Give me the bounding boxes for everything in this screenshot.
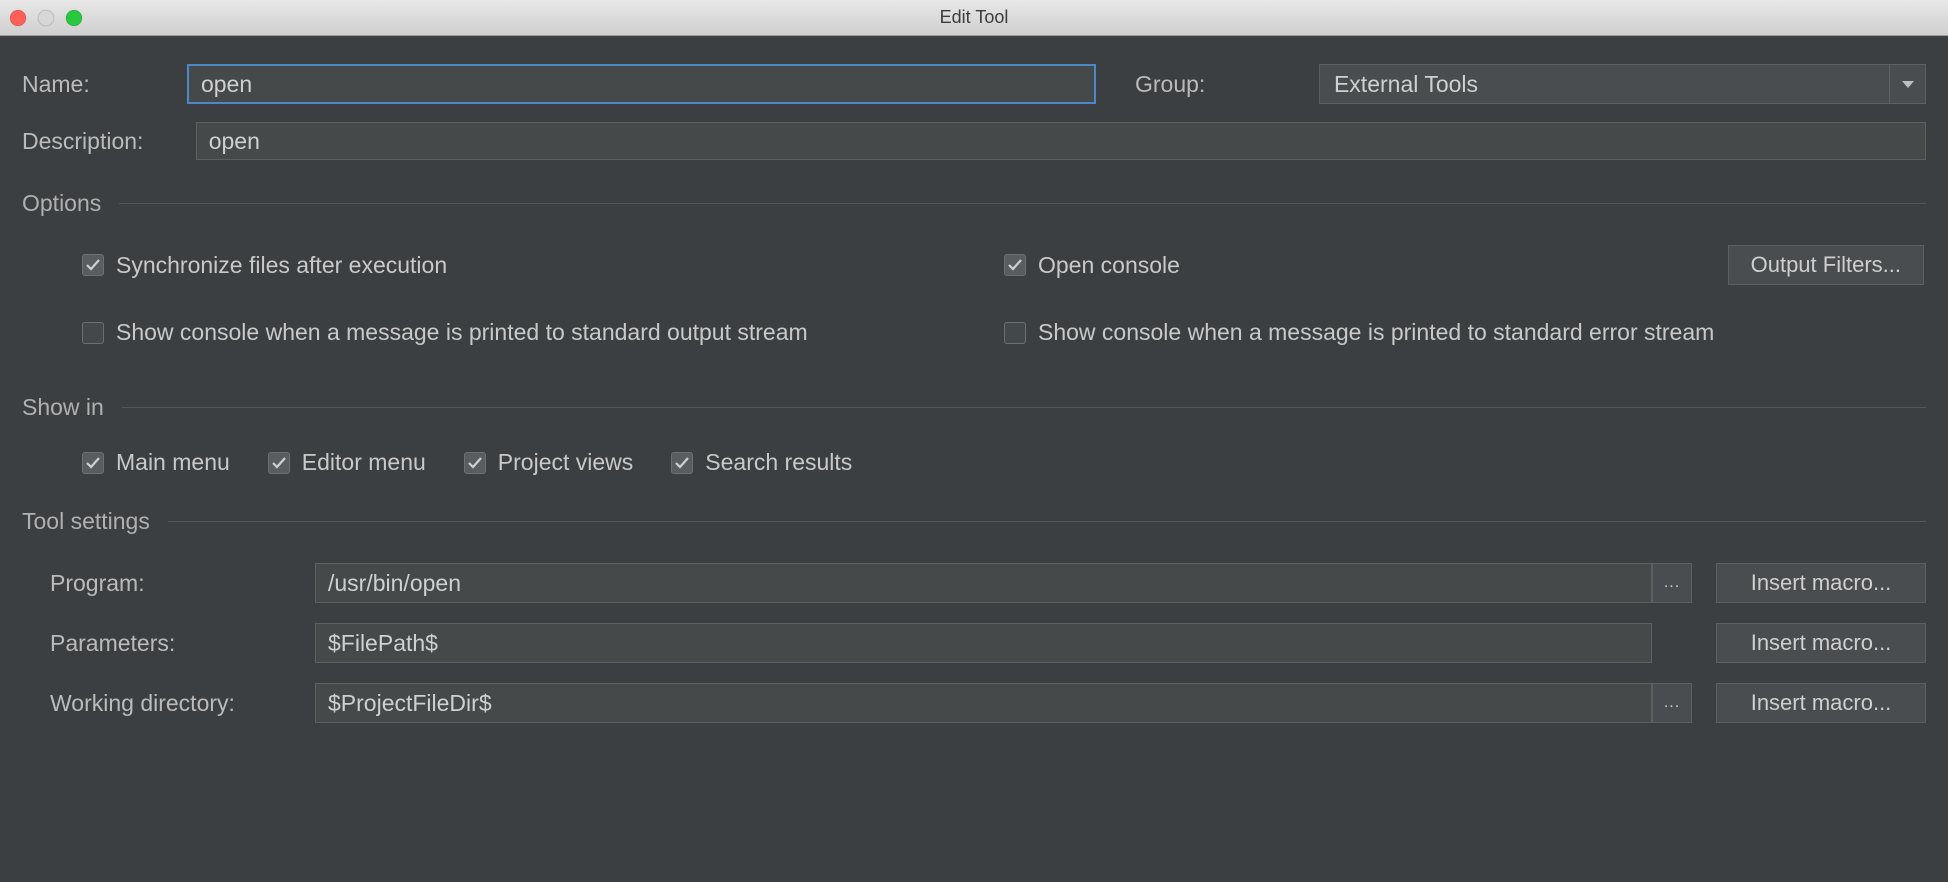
checkmark-icon	[467, 455, 483, 471]
workdir-label: Working directory:	[50, 690, 315, 717]
name-label: Name:	[22, 71, 188, 98]
titlebar: Edit Tool	[0, 0, 1948, 36]
close-window-icon[interactable]	[10, 10, 26, 26]
group-combobox[interactable]: External Tools	[1319, 64, 1926, 104]
parameters-input[interactable]	[315, 623, 1652, 663]
search-results-checkbox[interactable]	[671, 452, 693, 474]
group-value: External Tools	[1320, 71, 1889, 98]
checkmark-icon	[271, 455, 287, 471]
window-controls	[10, 10, 82, 26]
tool-settings-section-header: Tool settings	[22, 508, 1926, 535]
checkmark-icon	[1007, 257, 1023, 273]
main-menu-label: Main menu	[116, 449, 230, 476]
chevron-down-icon	[1902, 81, 1914, 88]
dialog-content: Name: Group: External Tools Description:…	[0, 36, 1948, 763]
minimize-window-icon	[38, 10, 54, 26]
name-input[interactable]	[188, 65, 1095, 103]
divider	[168, 521, 1926, 522]
output-filters-button[interactable]: Output Filters...	[1728, 245, 1924, 285]
zoom-window-icon[interactable]	[66, 10, 82, 26]
checkmark-icon	[674, 455, 690, 471]
program-label: Program:	[50, 570, 315, 597]
divider	[119, 203, 1926, 204]
workdir-input[interactable]	[315, 683, 1652, 723]
open-console-label: Open console	[1038, 252, 1180, 279]
checkmark-icon	[85, 455, 101, 471]
ellipsis-icon: ...	[1664, 574, 1680, 592]
program-insert-macro-button[interactable]: Insert macro...	[1716, 563, 1926, 603]
show-stdout-checkbox[interactable]	[82, 322, 104, 344]
show-stderr-label: Show console when a message is printed t…	[1038, 319, 1714, 346]
open-console-checkbox[interactable]	[1004, 254, 1026, 276]
program-browse-button[interactable]: ...	[1652, 563, 1692, 603]
show-stderr-checkbox[interactable]	[1004, 322, 1026, 344]
parameters-label: Parameters:	[50, 630, 315, 657]
group-dropdown-button[interactable]	[1889, 65, 1925, 103]
showin-title: Show in	[22, 394, 122, 421]
editor-menu-label: Editor menu	[302, 449, 426, 476]
parameters-insert-macro-button[interactable]: Insert macro...	[1716, 623, 1926, 663]
search-results-label: Search results	[705, 449, 852, 476]
sync-files-label: Synchronize files after execution	[116, 252, 447, 279]
checkmark-icon	[85, 257, 101, 273]
tool-settings-title: Tool settings	[22, 508, 168, 535]
main-menu-checkbox[interactable]	[82, 452, 104, 474]
project-views-label: Project views	[498, 449, 633, 476]
description-input[interactable]	[196, 122, 1926, 160]
sync-files-checkbox[interactable]	[82, 254, 104, 276]
options-title: Options	[22, 190, 119, 217]
editor-menu-checkbox[interactable]	[268, 452, 290, 474]
divider	[122, 407, 1926, 408]
show-stdout-label: Show console when a message is printed t…	[116, 319, 808, 346]
group-label: Group:	[1135, 71, 1301, 98]
showin-section-header: Show in	[22, 394, 1926, 421]
options-section-header: Options	[22, 190, 1926, 217]
workdir-insert-macro-button[interactable]: Insert macro...	[1716, 683, 1926, 723]
window-title: Edit Tool	[0, 7, 1948, 28]
workdir-browse-button[interactable]: ...	[1652, 683, 1692, 723]
description-label: Description:	[22, 128, 196, 155]
program-input[interactable]	[315, 563, 1652, 603]
ellipsis-icon: ...	[1664, 694, 1680, 712]
project-views-checkbox[interactable]	[464, 452, 486, 474]
